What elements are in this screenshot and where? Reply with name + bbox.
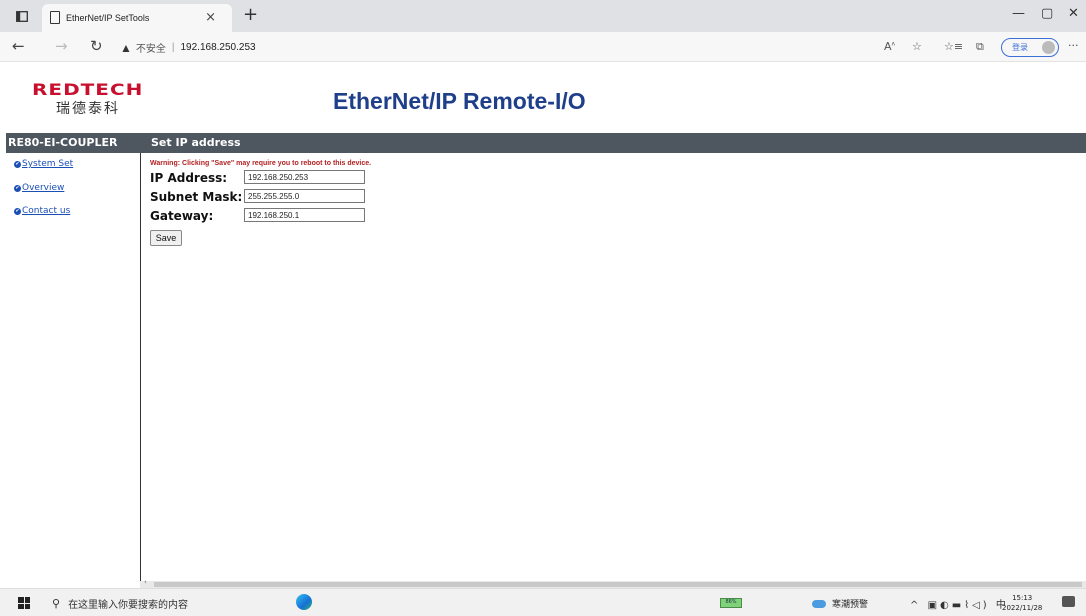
- sidebar-item-system-set[interactable]: ✔ System Set: [14, 159, 73, 169]
- browser-tab-strip: EtherNet/IP SetTools × + — ▢ ✕: [0, 0, 1086, 32]
- edge-browser-icon[interactable]: [296, 594, 312, 610]
- minimize-button[interactable]: —: [1012, 6, 1025, 21]
- sidebar-toggle-icon[interactable]: [12, 6, 32, 26]
- sidebar-item-label: Overview: [22, 183, 65, 193]
- page-icon: [50, 11, 60, 24]
- sidebar-item-overview[interactable]: ✔ Overview: [14, 183, 64, 193]
- insecure-label: 不安全: [135, 44, 166, 55]
- sidebar-item-label: System Set: [22, 159, 74, 169]
- avatar: [1042, 41, 1055, 54]
- browser-tab[interactable]: EtherNet/IP SetTools ×: [42, 4, 232, 32]
- url-field[interactable]: ▲ 不安全 | 192.168.250.253: [120, 40, 256, 56]
- tray-app-icons[interactable]: ▣◐▬⌇◁): [928, 600, 990, 611]
- weather-cloud-icon: [812, 599, 826, 608]
- gateway-row: Gateway:: [150, 207, 450, 226]
- maximize-button[interactable]: ▢: [1041, 6, 1053, 21]
- ip-address-label: IP Address:: [150, 171, 228, 185]
- gateway-label: Gateway:: [150, 209, 214, 223]
- ip-address-row: IP Address:: [150, 169, 450, 188]
- more-menu-button[interactable]: ···: [1068, 39, 1079, 52]
- ip-settings-form: Warning: Clicking "Save" may require you…: [150, 160, 450, 246]
- sidebar-divider: [140, 153, 141, 588]
- login-button[interactable]: 登录: [1001, 38, 1059, 57]
- taskbar-clock[interactable]: 15:13 2022/11/28: [1002, 593, 1042, 613]
- header-bar: RE80-EI-COUPLER Set IP address: [6, 133, 1086, 153]
- address-bar: ← → ↻ ▲ 不安全 | 192.168.250.253 Aʌ ☆ ☆≡ ⧉ …: [0, 32, 1086, 62]
- scrollbar-thumb[interactable]: [154, 582, 1082, 587]
- sidebar: ✔ System Set ✔ Overview ✔ Contact us: [6, 153, 140, 588]
- taskbar-search[interactable]: ⚲ 在这里输入你要搜索的内容: [52, 596, 188, 611]
- back-arrow-icon[interactable]: ←: [12, 37, 25, 55]
- windows-taskbar: ⚲ 在这里输入你要搜索的内容 86% 寒潮预警 ^ ▣◐▬⌇◁) 中 15:13…: [0, 588, 1086, 616]
- new-tab-button[interactable]: +: [243, 4, 258, 25]
- notification-icon[interactable]: [1062, 596, 1075, 607]
- tray-expand-icon[interactable]: ^: [910, 600, 921, 611]
- collections-icon[interactable]: ⧉: [976, 40, 984, 54]
- scroll-left-icon[interactable]: ‹: [144, 578, 147, 586]
- search-placeholder: 在这里输入你要搜索的内容: [68, 600, 189, 611]
- subnet-mask-row: Subnet Mask:: [150, 188, 450, 207]
- system-tray[interactable]: ^ ▣◐▬⌇◁) 中: [910, 596, 1009, 611]
- weather-text: 寒潮预警: [832, 600, 869, 610]
- sidebar-item-contact-us[interactable]: ✔ Contact us: [14, 206, 70, 216]
- section-title: Set IP address: [151, 136, 241, 149]
- url-separator: |: [171, 42, 175, 53]
- warning-icon: ▲: [120, 40, 132, 55]
- gateway-field[interactable]: [244, 208, 365, 222]
- device-name: RE80-EI-COUPLER: [8, 136, 118, 149]
- subnet-mask-label: Subnet Mask:: [150, 190, 243, 204]
- horizontal-scrollbar[interactable]: ‹: [140, 578, 1086, 588]
- sidebar-item-label: Contact us: [22, 206, 71, 216]
- forward-arrow-icon[interactable]: →: [55, 37, 68, 55]
- subnet-mask-field[interactable]: [244, 189, 365, 203]
- company-logo: REDTECH 瑞德泰科: [32, 80, 143, 118]
- windows-start-icon[interactable]: [18, 597, 30, 609]
- page-title: EtherNet/IP Remote-I/O: [333, 88, 586, 114]
- clock-date: 2022/11/28: [1002, 604, 1043, 612]
- weather-widget[interactable]: 寒潮预警: [812, 597, 868, 610]
- logo-text-cn: 瑞德泰科: [56, 101, 120, 117]
- tab-title: EtherNet/IP SetTools: [66, 13, 150, 23]
- refresh-icon[interactable]: ↻: [90, 37, 103, 55]
- search-icon: ⚲: [52, 597, 61, 610]
- clock-time: 15:13: [1012, 594, 1033, 602]
- bullet-icon: ✔: [14, 207, 21, 215]
- ip-address-field[interactable]: [244, 170, 365, 184]
- favorite-icon[interactable]: ☆: [912, 40, 922, 53]
- battery-indicator[interactable]: 86%: [720, 598, 742, 608]
- bullet-icon: ✔: [14, 184, 21, 192]
- read-aloud-icon[interactable]: Aʌ: [884, 40, 895, 53]
- tab-close-icon[interactable]: ×: [205, 10, 216, 25]
- logo-text-en: REDTECH: [32, 80, 144, 100]
- save-button[interactable]: Save: [150, 230, 182, 246]
- web-page: REDTECH 瑞德泰科 EtherNet/IP Remote-I/O RE80…: [0, 62, 1086, 588]
- bullet-icon: ✔: [14, 160, 21, 168]
- login-label: 登录: [1012, 43, 1028, 52]
- reboot-warning: Warning: Clicking "Save" may require you…: [150, 160, 372, 167]
- favorites-list-icon[interactable]: ☆≡: [944, 40, 963, 53]
- close-window-button[interactable]: ✕: [1068, 6, 1079, 21]
- url-text: 192.168.250.253: [180, 42, 256, 53]
